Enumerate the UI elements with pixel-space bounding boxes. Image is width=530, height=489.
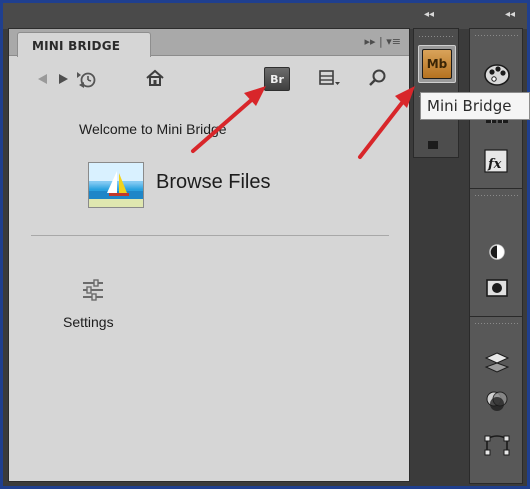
sliders-icon[interactable] xyxy=(79,277,109,305)
browse-files-thumbnail[interactable] xyxy=(88,162,144,208)
paths-icon[interactable] xyxy=(481,429,513,459)
settings-link[interactable]: Settings xyxy=(63,314,114,330)
layers-icon[interactable] xyxy=(481,347,513,377)
panel-menu-button[interactable]: ▸▸ | ▾≡ xyxy=(341,35,401,49)
collapse-right-dock-button[interactable]: ◂◂ xyxy=(500,8,520,22)
search-icon[interactable] xyxy=(365,66,389,90)
dock-grip-4[interactable] xyxy=(474,194,518,198)
forward-arrow-icon[interactable] xyxy=(55,69,73,89)
go-to-bridge-button[interactable]: Br xyxy=(264,67,290,91)
mini-bridge-tooltip: Mini Bridge xyxy=(420,92,530,120)
home-icon[interactable] xyxy=(143,66,167,90)
masks-icon[interactable] xyxy=(481,273,513,303)
dock-group-3 xyxy=(470,317,522,485)
mini-bridge-panel: MINI BRIDGE ▸▸ | ▾≡ Br Welcome to Mini B… xyxy=(8,28,410,482)
adjustments-icon[interactable] xyxy=(481,237,513,267)
back-arrow-icon[interactable] xyxy=(33,69,51,89)
mini-bridge-dock-button[interactable]: Mb xyxy=(422,49,452,79)
svg-text:fx: fx xyxy=(487,157,502,172)
welcome-heading: Welcome to Mini Bridge xyxy=(79,121,227,137)
recent-history-icon[interactable] xyxy=(73,67,99,91)
section-divider xyxy=(31,235,389,236)
tab-mini-bridge[interactable]: MINI BRIDGE xyxy=(17,32,151,57)
dock-grip-5[interactable] xyxy=(474,322,518,326)
panel-tab-bar: MINI BRIDGE ▸▸ | ▾≡ xyxy=(9,29,409,57)
dock-top-strip: ◂◂ ◂◂ xyxy=(3,3,527,29)
collapse-dock-button[interactable]: ◂◂ xyxy=(419,8,439,22)
dock-grip[interactable] xyxy=(418,35,454,39)
dock-icon-partial[interactable] xyxy=(428,141,438,149)
channels-icon[interactable] xyxy=(481,385,513,415)
dock-grip-3[interactable] xyxy=(474,34,518,38)
dock-group-2 xyxy=(470,189,522,317)
view-options-icon[interactable] xyxy=(317,66,343,90)
styles-palette-icon[interactable] xyxy=(481,59,513,89)
fx-styles-icon[interactable]: fx xyxy=(481,147,513,177)
browse-files-link[interactable]: Browse Files xyxy=(156,171,270,194)
